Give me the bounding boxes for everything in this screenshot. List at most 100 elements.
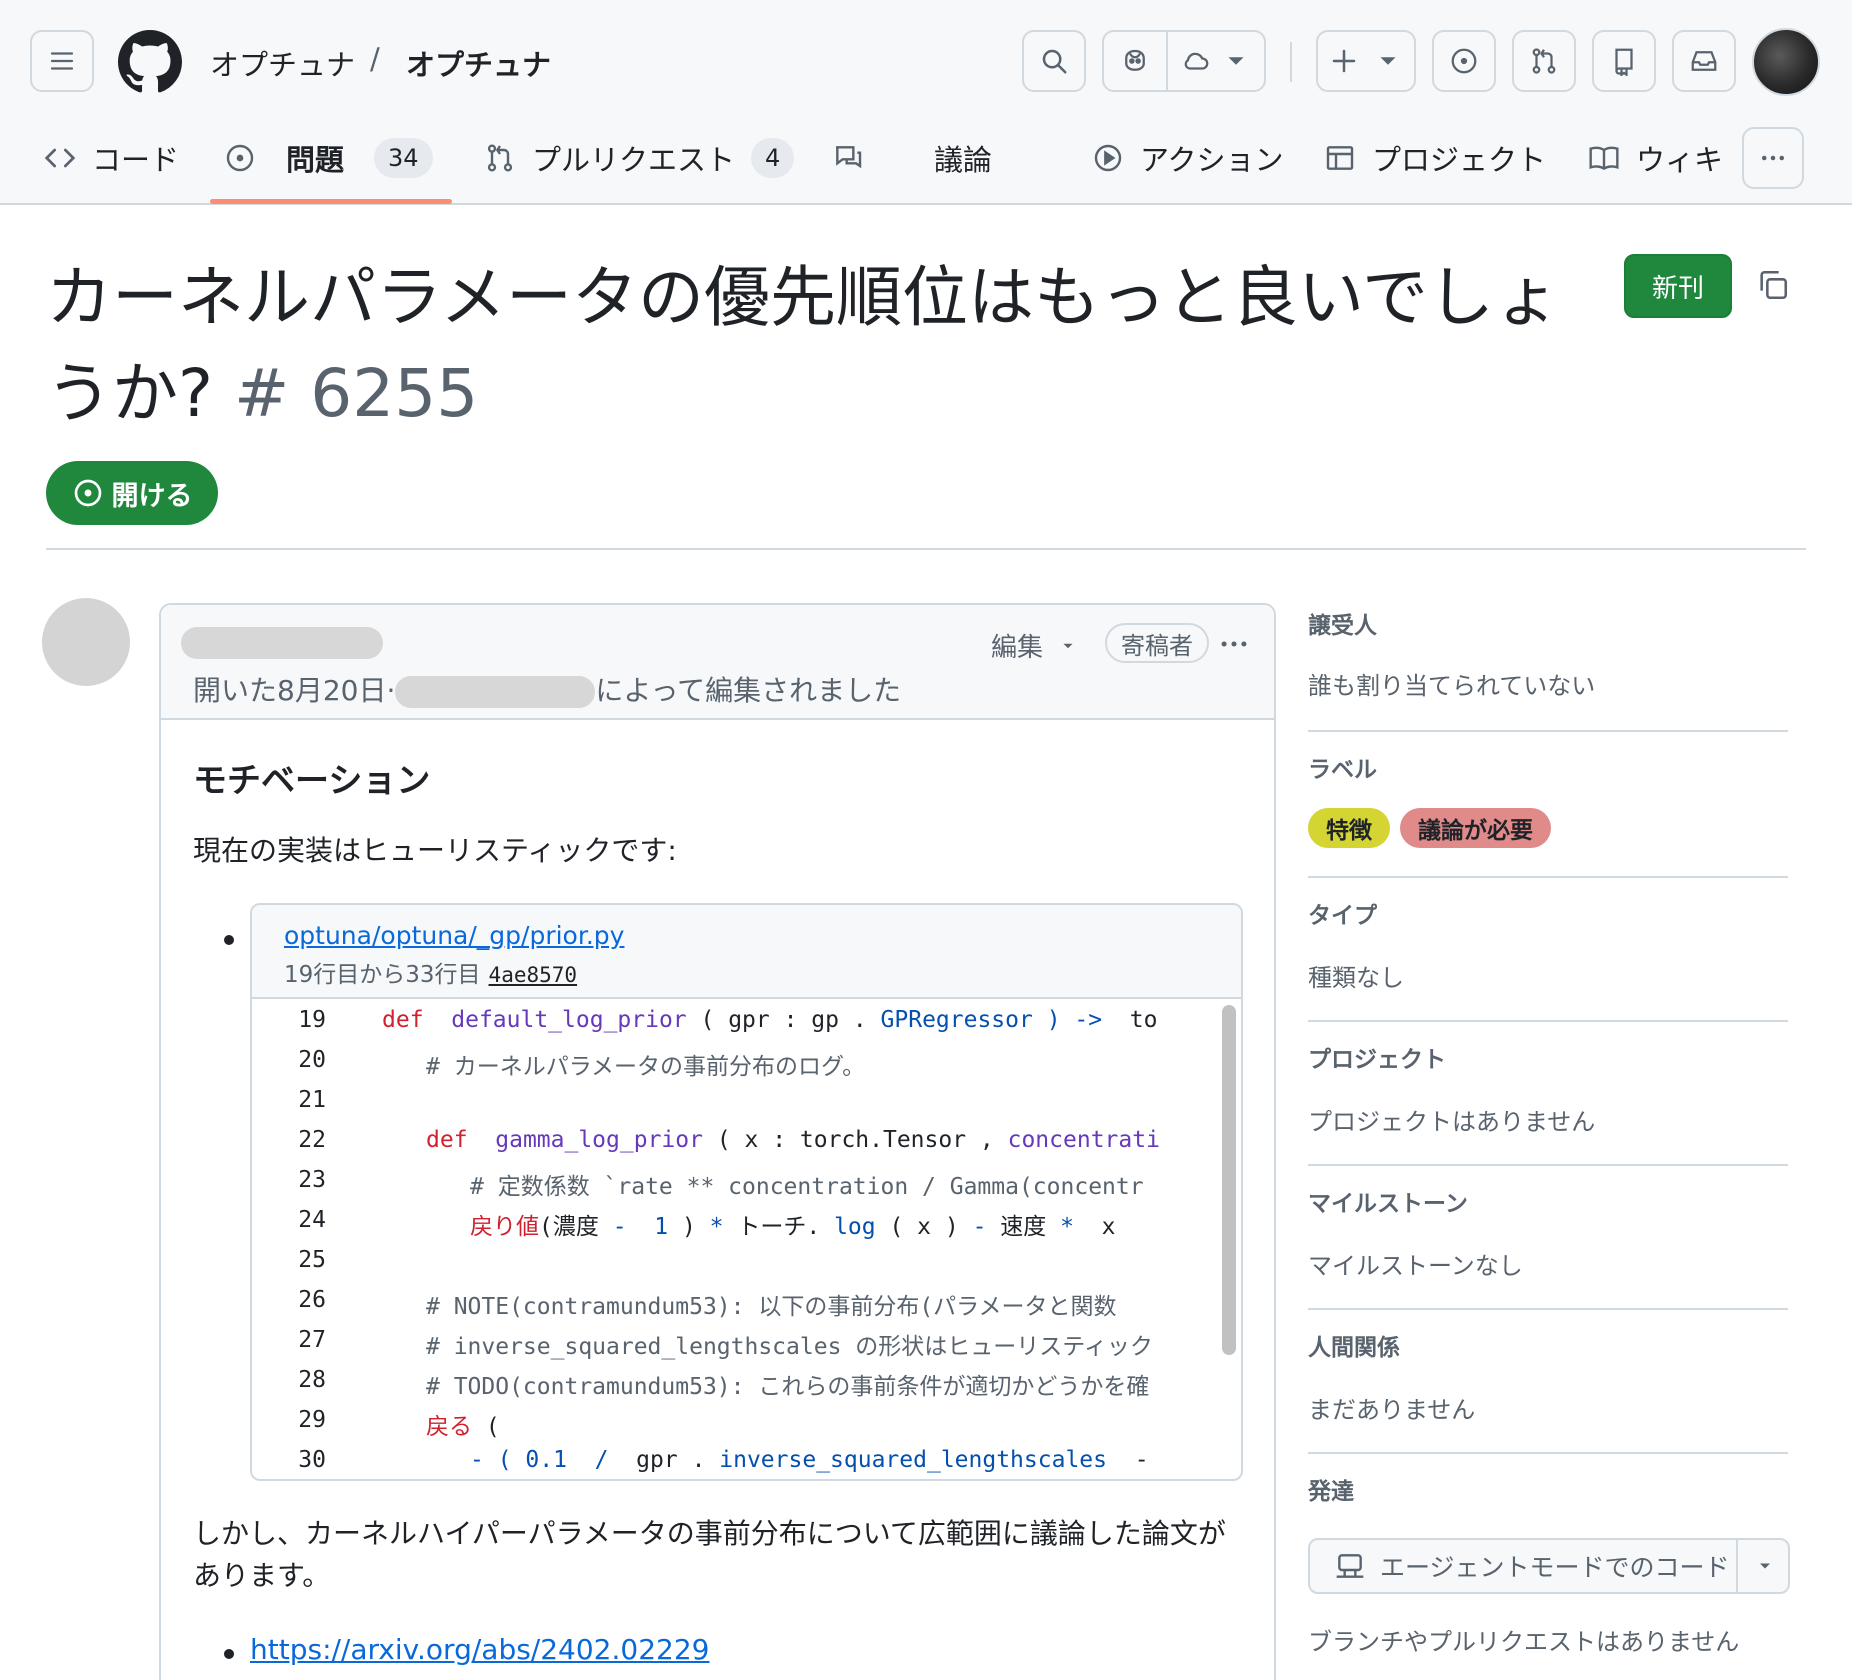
code-line: 24 戻り値(濃度 - 1 ) * トーチ. log ( x ) - 速度 * x [252, 1201, 1212, 1241]
snippet-line-range: 19行目から33行目 4ae8570 [284, 955, 577, 989]
chevron-down-icon [1380, 57, 1396, 65]
pull-requests-shortcut-button[interactable] [1512, 30, 1576, 92]
line-number[interactable]: 29 [274, 1407, 326, 1433]
tab-discussions[interactable]: 議論 [934, 130, 992, 186]
contributor-badge: 寄稿者 [1105, 623, 1209, 663]
tab-pull-requests[interactable]: プルリクエスト 4 [484, 130, 795, 186]
development-value: ブランチやプルリクエストはありません [1308, 1628, 1740, 1656]
inbox-button[interactable] [1672, 30, 1736, 92]
search-icon [1042, 49, 1067, 74]
snippet-range-text: 19行目から33行目 [284, 962, 481, 988]
line-number[interactable]: 30 [274, 1447, 326, 1473]
tab-pull-requests-label: プルリクエスト [532, 143, 736, 177]
tab-issues-label: 問題 [286, 143, 345, 177]
copy-icon [1760, 270, 1788, 300]
code-scrollbar[interactable] [1222, 1005, 1236, 1355]
copilot-dropdown-button[interactable] [1168, 32, 1264, 90]
milestone-heading[interactable]: マイルストーン [1308, 1184, 1468, 1218]
relationships-heading[interactable]: 人間関係 [1308, 1328, 1400, 1362]
issue-body-comment: 開いた8月20日· によって編集されました 編集 寄稿者 モチベーション 現在の実… [159, 603, 1276, 1680]
issue-number: # 6255 [234, 355, 479, 432]
active-tab-underline [210, 199, 452, 204]
tab-code[interactable]: コード [44, 130, 179, 186]
hamburger-icon [50, 52, 74, 70]
code-permalink-snippet: optuna/optuna/_gp/prior.py 19行目から33行目 4ae… [250, 903, 1243, 1481]
label-feature[interactable]: 特徴 [1308, 808, 1390, 848]
code-text: # NOTE(contramundum53): 以下の事前分布(パラメータと関数 [426, 1294, 1117, 1320]
line-number[interactable]: 21 [274, 1087, 326, 1113]
label-needs-discussion[interactable]: 議論が必要 [1400, 808, 1551, 848]
tab-wiki[interactable]: ウィキ [1588, 130, 1723, 186]
code-line: 19 def default_log_prior ( gpr : gp . GPR… [252, 1001, 1212, 1041]
breadcrumb-owner[interactable]: オプチュナ [210, 42, 355, 84]
tab-actions[interactable]: アクション [1092, 130, 1284, 186]
agent-mode-dropdown[interactable] [1740, 1540, 1790, 1592]
projects-heading[interactable]: プロジェクト [1308, 1040, 1446, 1074]
issue-title: カーネルパラメータの優先順位はもっと良いでしょうか? # 6255 [46, 250, 1586, 442]
issue-opened-icon [226, 144, 254, 172]
opened-date: 開いた8月20日· [193, 674, 396, 707]
line-number[interactable]: 24 [274, 1207, 326, 1233]
body-paragraph: 現在の実装はヒューリスティックです: [193, 834, 677, 867]
tab-discussions-icon-tab[interactable] [832, 130, 864, 186]
breadcrumb-repo[interactable]: オプチュナ [406, 42, 551, 84]
tab-wiki-label: ウィキ [1636, 143, 1724, 177]
line-number[interactable]: 20 [274, 1047, 326, 1073]
tab-projects-label: プロジェクト [1372, 143, 1547, 177]
line-number[interactable]: 28 [274, 1367, 326, 1393]
copilot-button[interactable] [1104, 32, 1168, 90]
copy-link-button[interactable] [1756, 268, 1790, 302]
labels-heading[interactable]: ラベル [1308, 750, 1377, 784]
more-tabs-button[interactable] [1742, 127, 1804, 189]
issues-count: 34 [374, 138, 433, 178]
repo-header: オプチュナ / オプチュナ コード 問題 34 プルリクエスト 4 議論 アクシ… [0, 0, 1852, 205]
create-new-button[interactable] [1316, 30, 1416, 92]
search-button[interactable] [1022, 30, 1086, 92]
code-text: # カーネルパラメータの事前分布のログ。 [426, 1054, 866, 1080]
code-line: 25 [252, 1241, 1212, 1281]
paper-link[interactable]: https://arxiv.org/abs/2402.02229 [250, 1633, 709, 1666]
snippet-file-link[interactable]: optuna/optuna/_gp/prior.py [284, 921, 624, 950]
kebab-horizontal-icon [1762, 155, 1784, 161]
sidebar-divider [1308, 1308, 1788, 1310]
play-icon [1094, 144, 1122, 172]
comment-options-button[interactable] [1217, 627, 1251, 661]
snippet-commit-link[interactable]: 4ae8570 [489, 963, 578, 987]
line-number[interactable]: 22 [274, 1127, 326, 1153]
relationships-value: まだありません [1308, 1396, 1476, 1424]
line-number[interactable]: 27 [274, 1327, 326, 1353]
code-text: - ( 0.1 / gpr . inverse_squared_lengthsc… [470, 1447, 1149, 1473]
line-number[interactable]: 23 [274, 1167, 326, 1193]
copilot-group [1102, 30, 1266, 92]
author-avatar[interactable] [42, 598, 130, 686]
author-name-redacted[interactable] [181, 627, 383, 659]
projects-value: プロジェクトはありません [1308, 1108, 1596, 1136]
comment-meta: 開いた8月20日· によって編集されました [193, 669, 901, 709]
github-logo-icon[interactable] [118, 30, 182, 94]
code-with-agent-label: エージェントモードでのコード [1380, 1553, 1730, 1582]
development-heading[interactable]: 発達 [1308, 1472, 1354, 1506]
copilot-agent-icon [1336, 1554, 1364, 1578]
user-avatar[interactable] [1752, 28, 1820, 96]
tab-issues[interactable]: 問題 34 [224, 130, 433, 186]
comment-discussion-icon [836, 146, 862, 169]
assignees-heading[interactable]: 譲受人 [1308, 606, 1377, 640]
git-pull-request-icon [1532, 48, 1556, 74]
type-heading[interactable]: タイプ [1308, 896, 1377, 930]
code-icon [44, 148, 76, 168]
code-line: 23 # 定数係数 `rate ** concentration / Gamma(… [252, 1161, 1212, 1201]
chevron-down-icon [1063, 643, 1073, 648]
line-number[interactable]: 25 [274, 1247, 326, 1273]
issue-state-label: 開ける [111, 480, 193, 512]
code-with-agent-button[interactable]: エージェントモードでのコード [1310, 1540, 1738, 1592]
edit-history-dropdown[interactable]: 編集 [991, 627, 1077, 664]
line-number[interactable]: 26 [274, 1287, 326, 1313]
tab-projects[interactable]: プロジェクト [1324, 130, 1546, 186]
line-number[interactable]: 19 [274, 1007, 326, 1033]
menu-button[interactable] [30, 30, 94, 92]
new-issue-button[interactable]: 新刊 [1624, 254, 1732, 318]
issues-shortcut-button[interactable] [1432, 30, 1496, 92]
repositories-shortcut-button[interactable] [1592, 30, 1656, 92]
edited-by-text[interactable]: によって編集されました [595, 674, 901, 707]
editor-name-redacted[interactable] [395, 676, 596, 708]
